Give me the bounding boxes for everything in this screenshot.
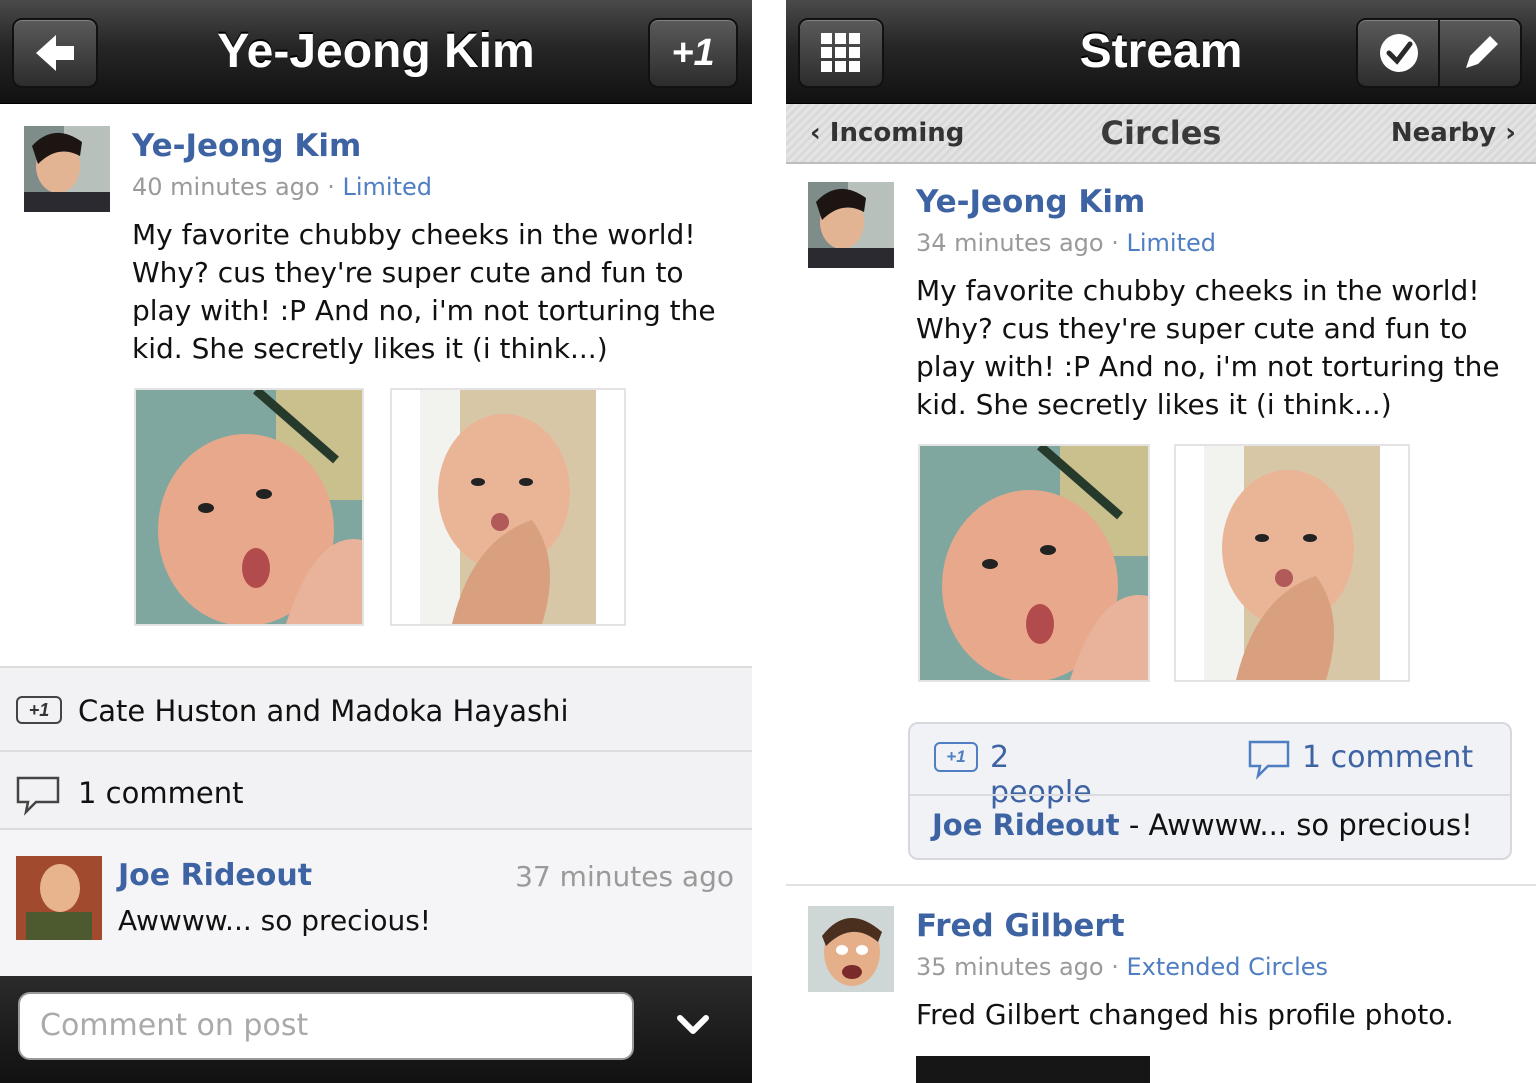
post-time: 35 minutes ago [916,953,1104,981]
meta-separator: · [1111,953,1119,981]
author-avatar[interactable] [808,182,894,268]
plus-one-button[interactable]: +1 [648,18,738,88]
comment-preview-author[interactable]: Joe Rideout [932,808,1120,842]
comment-text: Awwww... so precious! [118,904,432,937]
header-actions [1356,18,1522,88]
post-meta: 35 minutes ago · Extended Circles [916,953,1328,981]
comment-preview-text: Awwww... so precious! [1148,808,1473,842]
tab-nearby[interactable]: Nearby › [1391,118,1516,148]
post-photo[interactable] [918,444,1150,682]
post-text: Fred Gilbert changed his profile photo. [916,998,1454,1031]
plus-ones-label: Cate Huston and Madoka Hayashi [78,694,569,728]
author-avatar[interactable] [24,126,110,212]
post-meta: 34 minutes ago · Limited [916,229,1216,257]
plus-ones-count: 2 people [990,740,1092,810]
commenter-name[interactable]: Joe Rideout [118,858,312,893]
plus-one-label: +1 [671,32,715,74]
post-photo[interactable] [134,388,364,626]
author-avatar[interactable] [808,906,894,992]
meta-separator: · [1111,229,1119,257]
comment-item: Joe Rideout 37 minutes ago Awwww... so p… [0,828,752,976]
commenter-avatar[interactable] [16,856,102,940]
plus-ones-row[interactable]: +1 Cate Huston and Madoka Hayashi [0,666,752,750]
post-divider [786,884,1536,886]
post-time: 34 minutes ago [916,229,1104,257]
post-stats-box: +1 2 people 1 comment Joe Rideout - Awww… [908,722,1512,860]
comment-input[interactable]: Comment on post [18,992,634,1060]
post-author-name[interactable]: Ye-Jeong Kim [916,184,1145,220]
header-title: Ye-Jeong Kim [217,25,535,78]
meta-separator: · [327,173,335,201]
post-photo[interactable] [916,1056,1150,1083]
check-in-button[interactable] [1358,20,1440,86]
compose-button[interactable] [1440,20,1520,86]
post-text: My favorite chubby cheeks in the world! … [916,274,1500,421]
comment-preview[interactable]: Joe Rideout - Awwww... so precious! [932,808,1473,842]
plus-one-icon: +1 [16,696,62,724]
post-author-name[interactable]: Ye-Jeong Kim [132,128,361,164]
plus-one-icon: +1 [934,742,978,772]
comment-icon [1248,740,1290,780]
comment-icon [16,776,60,816]
post-time: 40 minutes ago [132,173,320,201]
comments-row[interactable]: 1 comment [0,750,752,828]
pencil-icon [1466,36,1498,68]
comments-count: 1 comment [1302,740,1474,775]
post-detail-screen: Ye-Jeong Kim +1 Ye-Jeong Kim 40 minutes … [0,0,752,1083]
comment-bar: Comment on post [0,976,752,1083]
comments-count-label: 1 comment [78,776,244,810]
stream-header: Stream [786,0,1536,104]
chevron-down-icon[interactable] [676,1014,710,1038]
post-meta: 40 minutes ago · Limited [132,173,432,201]
post-text: My favorite chubby cheeks in the world! … [132,218,716,365]
post-visibility[interactable]: Extended Circles [1127,953,1329,981]
post-visibility[interactable]: Limited [343,173,433,201]
post-detail-header: Ye-Jeong Kim +1 [0,0,752,104]
post-author-name[interactable]: Fred Gilbert [916,908,1125,944]
comment-time: 37 minutes ago [515,860,734,893]
stats-divider [910,794,1510,796]
comment-preview-dash: - [1128,808,1140,842]
checkmark-circle-icon [1380,34,1418,72]
post-photo[interactable] [390,388,626,626]
post-photo[interactable] [1174,444,1410,682]
stream-screen: Stream ‹ Incoming Circles Nearby › Ye-Je… [786,0,1536,1083]
post-visibility[interactable]: Limited [1127,229,1217,257]
stream-tabs: ‹ Incoming Circles Nearby › [786,104,1536,164]
